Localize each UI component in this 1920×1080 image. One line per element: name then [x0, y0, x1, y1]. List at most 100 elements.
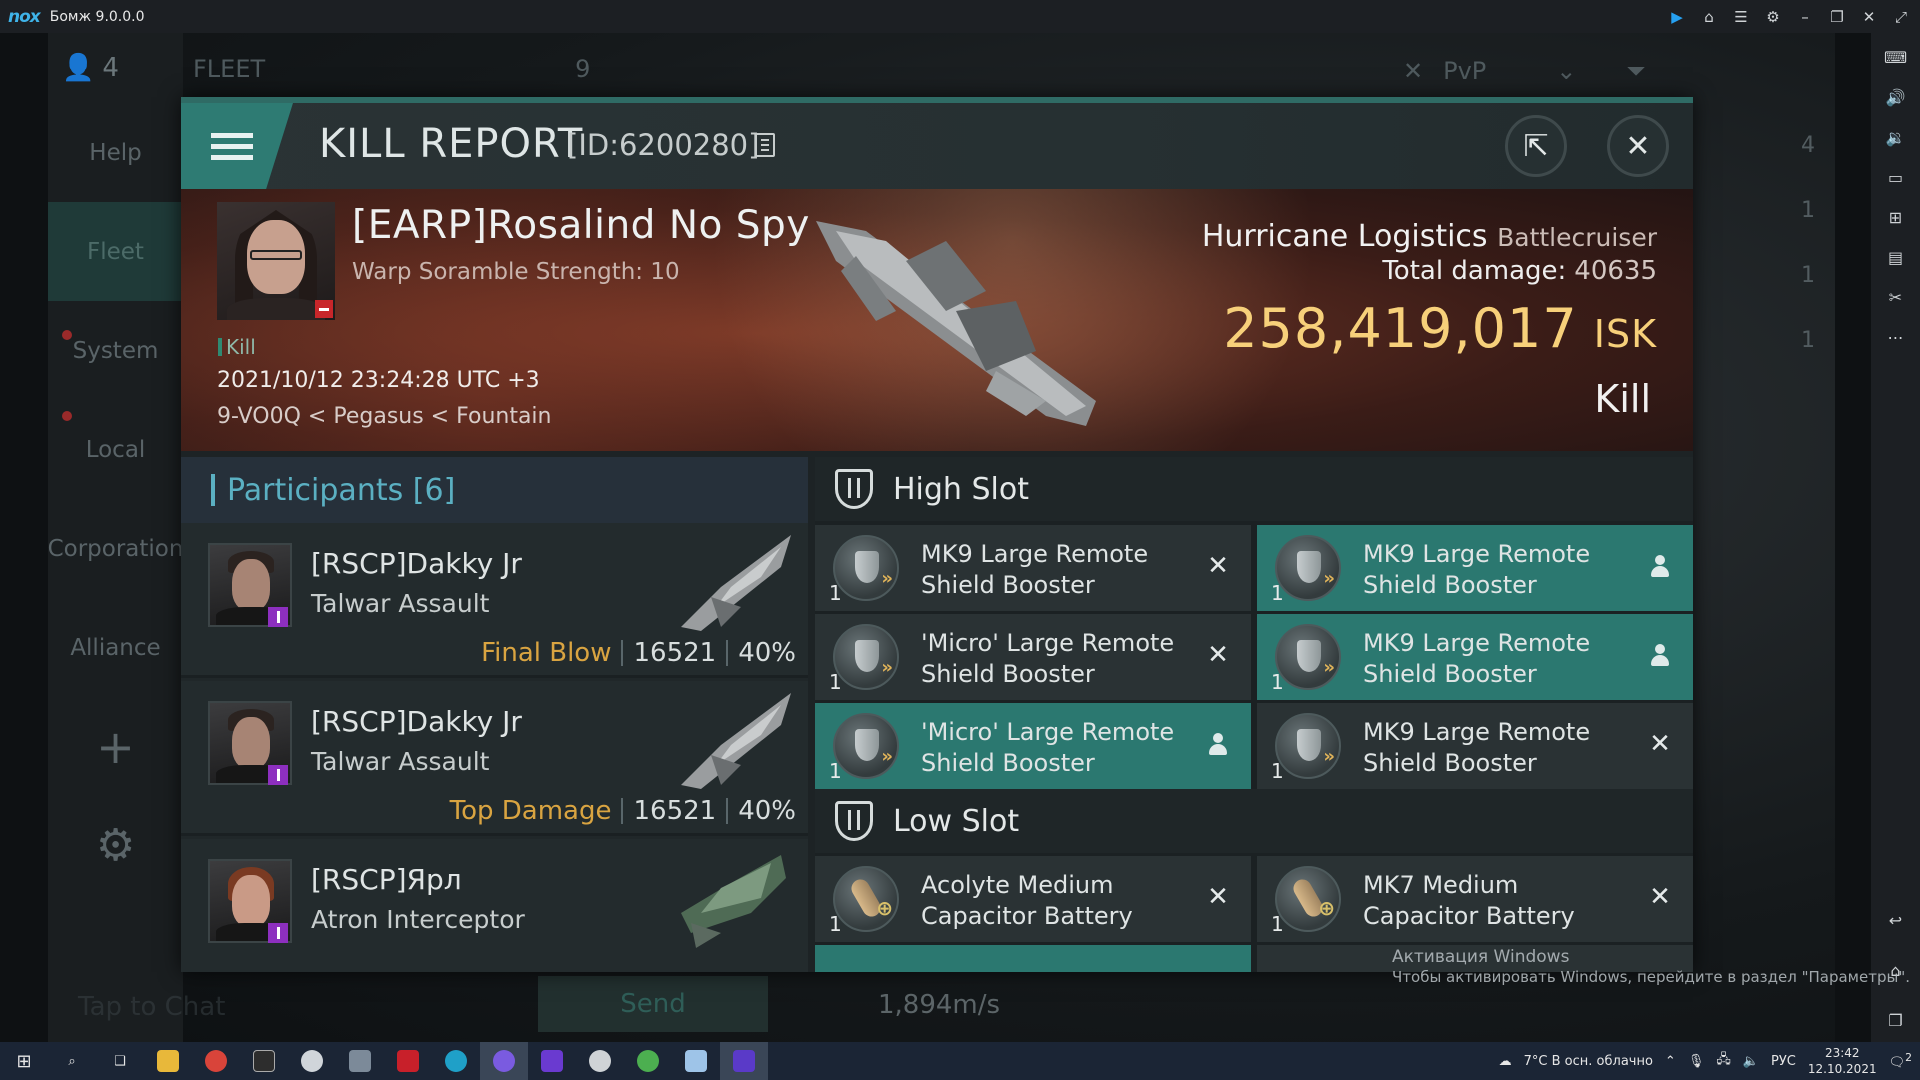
- nav-corporation[interactable]: Corporation: [48, 499, 183, 598]
- nav-fleet[interactable]: Fleet: [48, 202, 183, 301]
- send-button[interactable]: Send: [538, 976, 768, 1032]
- home-icon[interactable]: ⌂: [1700, 8, 1718, 26]
- scissors-icon[interactable]: ✂: [1880, 281, 1912, 313]
- kill-location[interactable]: 9-VO0Q < Pegasus < Fountain: [217, 404, 552, 429]
- volume-up-icon[interactable]: 🔊: [1880, 81, 1912, 113]
- file-explorer-icon[interactable]: [144, 1042, 192, 1080]
- notifications-icon[interactable]: 🗨2: [1889, 1051, 1912, 1070]
- module-item[interactable]: » 1 MK9 Large Remote Shield Booster: [1257, 525, 1693, 611]
- nox-taskbar-icon[interactable]: [720, 1042, 768, 1080]
- windows-logo-icon: ⊞: [16, 1050, 32, 1072]
- back-icon[interactable]: ↩: [1880, 904, 1912, 936]
- low-slot-label: Low Slot: [893, 803, 1020, 839]
- search-icon[interactable]: ⌕: [48, 1042, 96, 1080]
- menu-icon[interactable]: ☰: [1732, 8, 1750, 26]
- minimize-icon[interactable]: –: [1796, 8, 1814, 26]
- close-button[interactable]: ✕: [1607, 115, 1669, 177]
- chrome-icon-2[interactable]: [624, 1042, 672, 1080]
- app-icon-2[interactable]: [288, 1042, 336, 1080]
- share-button[interactable]: ⇱: [1505, 115, 1567, 177]
- shield-booster-icon: »: [1275, 713, 1341, 779]
- add-apk-icon[interactable]: ⊞: [1880, 201, 1912, 233]
- add-channel-icon[interactable]: +: [48, 697, 183, 796]
- task-view-icon[interactable]: ❑: [96, 1042, 144, 1080]
- chevron-up-icon[interactable]: ⌃: [1665, 1054, 1676, 1069]
- filter-icon[interactable]: ⏷: [1626, 57, 1645, 85]
- keyboard-icon[interactable]: ⌨: [1880, 41, 1912, 73]
- hud-count-3[interactable]: 1: [1801, 263, 1815, 288]
- app-icon-1[interactable]: [240, 1042, 288, 1080]
- module-item[interactable]: » 1 MK9 Large Remote Shield Booster ✕: [815, 525, 1251, 611]
- start-button[interactable]: ⊞: [0, 1042, 48, 1080]
- participant-row[interactable]: [RSCP]Dakky Jr Talwar Assault Final Blow…: [181, 523, 808, 678]
- more-icon[interactable]: ⋯: [1880, 321, 1912, 353]
- play-icon[interactable]: ▶: [1668, 8, 1686, 26]
- module-item[interactable]: » 1 'Micro' Large Remote Shield Booster: [815, 703, 1251, 789]
- kill-report-header: KILL REPORT [ID:6200280] ⇱ ✕: [181, 97, 1693, 189]
- participant-row[interactable]: [RSCP]Dakky Jr Talwar Assault Top Damage…: [181, 681, 808, 836]
- nav-help[interactable]: Help: [48, 103, 183, 202]
- victim-subtitle: Warp Soramble Strength: 10: [352, 259, 680, 285]
- app-icon-3[interactable]: [384, 1042, 432, 1080]
- hud-count-1[interactable]: 4: [1801, 133, 1815, 158]
- microphone-icon[interactable]: 🎙: [1688, 1054, 1705, 1069]
- shield-booster-icon: »: [833, 624, 899, 690]
- weather-text[interactable]: 7°C В осн. облачно: [1524, 1054, 1653, 1069]
- windows-activation-watermark: Активация Windows Чтобы активировать Win…: [1392, 947, 1910, 987]
- close-window-icon[interactable]: ✕: [1860, 8, 1878, 26]
- module-name: MK9 Large Remote Shield Booster: [921, 540, 1149, 599]
- participant-percent: 40%: [738, 638, 796, 668]
- discord-icon[interactable]: [480, 1042, 528, 1080]
- copy-icon[interactable]: [755, 133, 775, 157]
- hud-count-2[interactable]: 1: [1801, 198, 1815, 223]
- chat-input[interactable]: Tap to Chat: [78, 992, 225, 1022]
- volume-icon[interactable]: 🔈: [1743, 1054, 1759, 1069]
- clock[interactable]: 23:42 12.10.2021: [1808, 1045, 1877, 1077]
- settings-icon[interactable]: ⚙: [1764, 8, 1782, 26]
- app-icon-5[interactable]: [576, 1042, 624, 1080]
- victim-name[interactable]: [EARP]Rosalind No Spy: [352, 203, 810, 248]
- nav-alliance[interactable]: Alliance: [48, 598, 183, 697]
- participant-ship: Talwar Assault: [311, 589, 490, 618]
- dropped-person-icon: [1647, 553, 1673, 579]
- module-item[interactable]: » 1 'Micro' Large Remote Shield Booster ✕: [815, 614, 1251, 700]
- game-settings-icon[interactable]: ⚙: [48, 796, 183, 895]
- participant-ship: Atron Interceptor: [311, 905, 525, 934]
- module-item[interactable]: » 1 MK9 Large Remote Shield Booster ✕: [1257, 703, 1693, 789]
- toolbox-icon[interactable]: ▤: [1880, 241, 1912, 273]
- high-slot-icon: [835, 469, 873, 509]
- menu-button[interactable]: [181, 103, 293, 189]
- screen-icon[interactable]: ▭: [1880, 161, 1912, 193]
- destroyed-icon: ✕: [1207, 882, 1229, 912]
- calculator-icon[interactable]: [336, 1042, 384, 1080]
- game-left-nav: 👤 4 Help Fleet System Local Corporation A…: [48, 33, 183, 1042]
- windows-taskbar: ⊞ ⌕ ❑ ☁ 7°C В осн. облачно ⌃ 🎙 🖧 🔈 РУС 2…: [0, 1042, 1920, 1080]
- app-icon-6[interactable]: [672, 1042, 720, 1080]
- hud-count-4[interactable]: 1: [1801, 328, 1815, 353]
- destroyed-icon: ✕: [1649, 882, 1671, 912]
- fullscreen-icon[interactable]: ⤢: [1892, 8, 1910, 26]
- language-indicator[interactable]: РУС: [1771, 1054, 1796, 1069]
- app-icon-4[interactable]: [528, 1042, 576, 1080]
- edge-icon[interactable]: [432, 1042, 480, 1080]
- restore-icon[interactable]: ❐: [1828, 8, 1846, 26]
- participant-row[interactable]: [RSCP]Ярл Atron Interceptor: [181, 839, 808, 972]
- module-item[interactable]: » 1 MK9 Large Remote Shield Booster: [1257, 614, 1693, 700]
- hostile-standing-icon: [315, 300, 333, 318]
- pvp-filter[interactable]: ✕ PvP ⌄ ⏷: [1403, 45, 1703, 97]
- member-count[interactable]: 👤 4: [48, 33, 183, 103]
- module-item-partial[interactable]: [815, 945, 1251, 972]
- ship-name[interactable]: Hurricane Logistics Battlecruiser: [1202, 219, 1657, 254]
- high-slot-label: High Slot: [893, 471, 1029, 507]
- module-item[interactable]: ⊕ 1 Acolyte Medium Capacitor Battery ✕: [815, 856, 1251, 942]
- volume-down-icon[interactable]: 🔉: [1880, 121, 1912, 153]
- shield-booster-icon: »: [1275, 624, 1341, 690]
- network-icon[interactable]: 🖧: [1716, 1050, 1731, 1072]
- chrome-icon[interactable]: [192, 1042, 240, 1080]
- recents-icon[interactable]: ❐: [1880, 1004, 1912, 1036]
- module-qty: 1: [829, 912, 842, 936]
- chevron-down-icon: ⌄: [1556, 57, 1577, 85]
- notification-count: 2: [1905, 1051, 1912, 1065]
- nav-system[interactable]: System: [48, 301, 183, 400]
- module-item[interactable]: ⊕ 1 MK7 Medium Capacitor Battery ✕: [1257, 856, 1693, 942]
